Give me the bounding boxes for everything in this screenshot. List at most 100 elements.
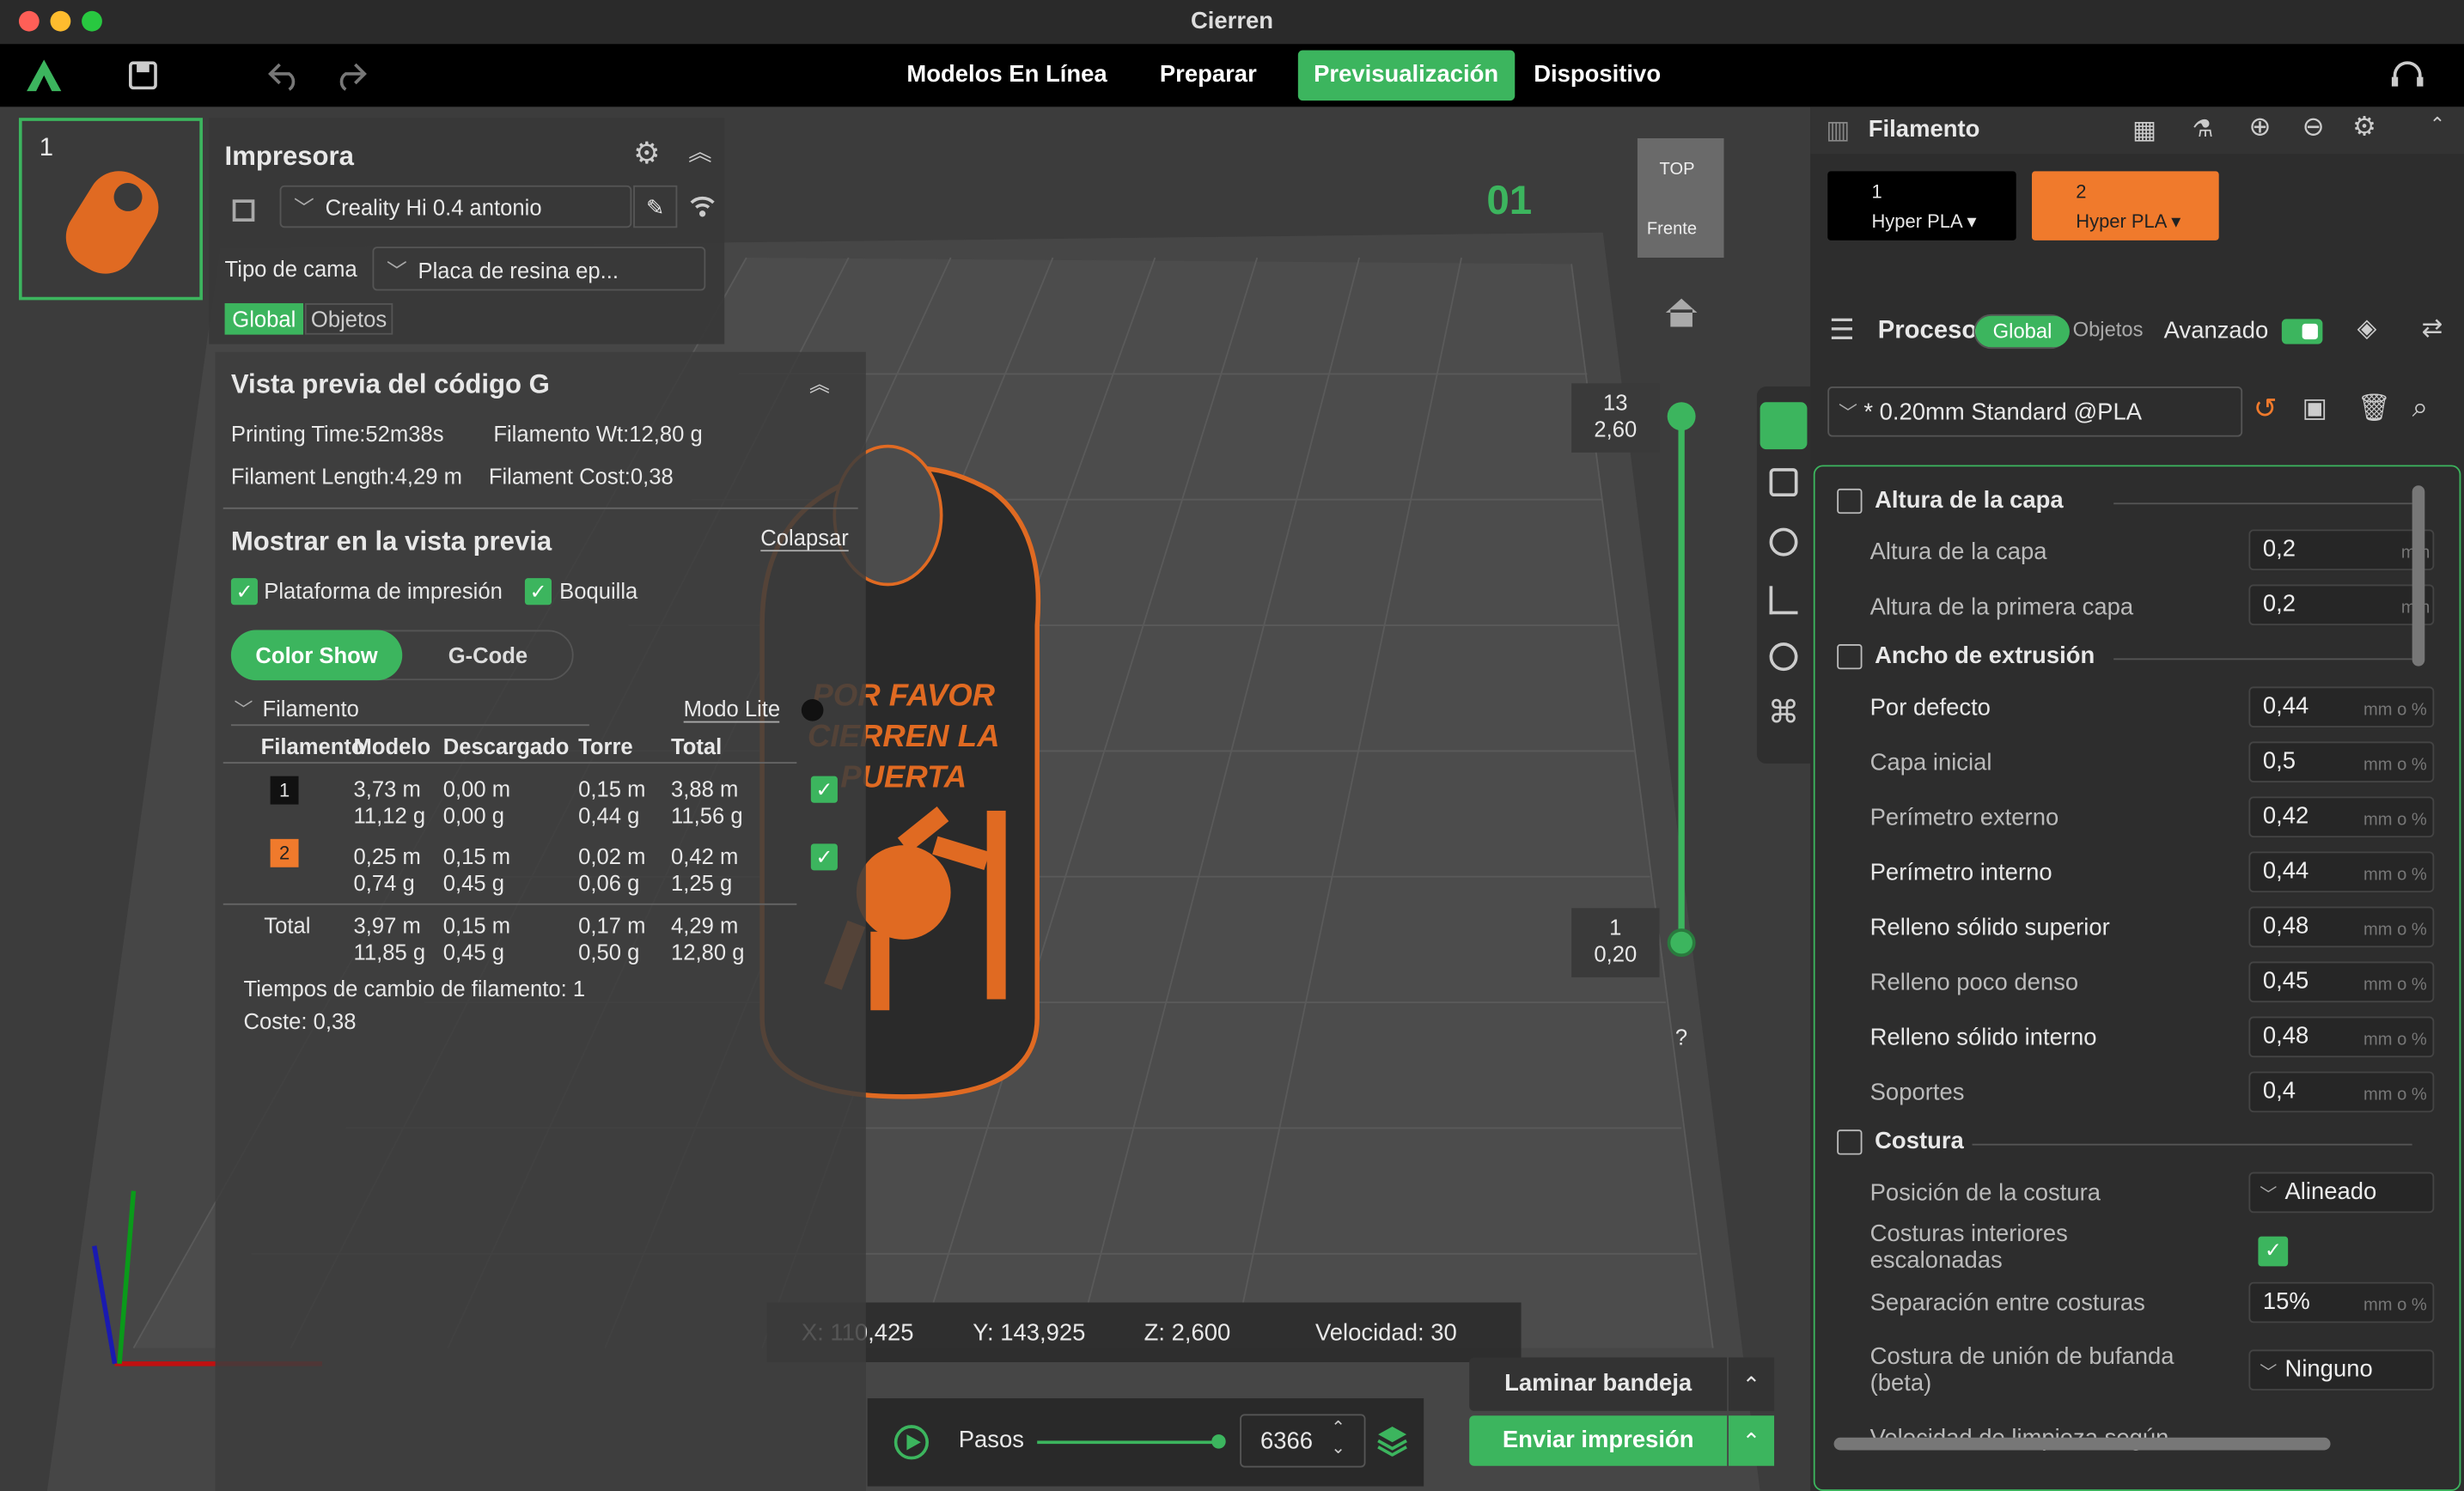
unit-mm-or-pct: mm o % [2363, 700, 2427, 720]
steps-slider[interactable] [1037, 1440, 1223, 1445]
layer-slider-top-handle[interactable] [1667, 402, 1696, 431]
help-icon[interactable]: ? [1675, 1025, 1687, 1050]
width-solid-input[interactable]: 0,48 mm o % [2248, 1016, 2435, 1058]
filament-2-visible-checkbox[interactable]: ✓ [810, 843, 838, 871]
tab-online-models[interactable]: Modelos En Línea [891, 51, 1123, 101]
layers-icon[interactable] [1376, 1425, 1408, 1457]
first-layer-height-input[interactable]: 0,2mm [2248, 584, 2435, 626]
wifi-icon[interactable] [688, 193, 717, 218]
seam-gap-input[interactable]: 15% mm o % [2248, 1281, 2435, 1324]
horizontal-scrollbar[interactable] [1833, 1437, 2331, 1451]
width-default-input[interactable]: 0,44 mm o % [2248, 686, 2435, 727]
gcode-tab[interactable]: G-Code [402, 630, 573, 681]
command-icon[interactable]: ⌘ [1768, 693, 1800, 733]
collapse-gcode-icon[interactable]: ︽ [809, 368, 830, 398]
play-icon[interactable] [894, 1425, 929, 1460]
printer-tab-objects[interactable]: Objetos [304, 303, 393, 335]
process-tab-global[interactable]: Global [1975, 315, 2070, 348]
layer-slider-bottom-handle[interactable] [1667, 928, 1696, 958]
steps-slider-handle[interactable] [1211, 1434, 1226, 1449]
show-plate-checkbox[interactable]: ✓ [230, 578, 258, 606]
color-show-tab[interactable]: Color Show [230, 630, 403, 681]
width-inner-input[interactable]: 0,44 mm o % [2248, 851, 2435, 893]
home-view-icon[interactable] [1662, 295, 1700, 330]
send-print-button[interactable]: Enviar impresión [1469, 1415, 1728, 1466]
undo-icon[interactable] [267, 60, 302, 92]
send-options-chevron-icon[interactable]: ⌃ [1729, 1415, 1775, 1466]
filament-settings-gear-icon[interactable]: ⚙ [2352, 112, 2376, 143]
slice-plate-button[interactable]: Laminar bandeja [1469, 1357, 1728, 1411]
add-filament-icon[interactable]: ⊕ [2248, 112, 2271, 143]
layer-height-input[interactable]: 0,2mm [2248, 529, 2435, 571]
speed-gauge-icon[interactable] [1769, 527, 1798, 557]
remove-filament-icon[interactable]: ⊖ [2302, 112, 2325, 143]
view-cube-top[interactable]: TOP [1660, 161, 1695, 180]
measure-icon[interactable] [1769, 586, 1798, 615]
search-icon[interactable]: ⌕ [2412, 391, 2428, 423]
total-total-m: 4,29 m [671, 912, 739, 939]
compare-presets-icon[interactable]: ◈ [2357, 313, 2377, 344]
show-nozzle-checkbox[interactable]: ✓ [524, 578, 552, 606]
plate-thumbnail[interactable]: 1 [18, 118, 203, 301]
row2-tower-m: 0,02 m [578, 843, 646, 869]
save-icon[interactable] [128, 61, 157, 90]
tab-preview[interactable]: Previsualización [1297, 50, 1515, 101]
process-preset-select[interactable]: ﹀ * 0.20mm Standard @PLA [1827, 386, 2243, 437]
reset-preset-icon[interactable]: ↺ [2254, 393, 2278, 425]
target-icon[interactable] [1769, 642, 1798, 672]
width-top-input[interactable]: 0,48 mm o % [2248, 906, 2435, 948]
printer-tab-global[interactable]: Global [224, 303, 304, 335]
scarf-seam-select[interactable]: ﹀ Ninguno [2248, 1349, 2435, 1391]
layer-slider-track[interactable] [1678, 414, 1685, 943]
show-in-preview-title: Mostrar en la vista previa [230, 526, 552, 557]
width-sparse-input[interactable]: 0,45 mm o % [2248, 961, 2435, 1003]
layers-view-icon[interactable] [1760, 402, 1808, 450]
view-cube-front[interactable]: Frente [1647, 220, 1697, 239]
width-support-input[interactable]: 0,4 mm o % [2248, 1071, 2435, 1113]
nozzle-icon[interactable]: ⚗ [2193, 115, 2214, 143]
scarf-seam-label: Costura de unión de bufanda (beta) [1870, 1343, 2174, 1397]
process-tab-objects[interactable]: Objetos [2073, 318, 2144, 341]
maximize-window-button[interactable] [82, 10, 102, 32]
redo-icon[interactable] [333, 60, 368, 92]
advanced-toggle[interactable] [2281, 319, 2323, 344]
close-window-button[interactable] [18, 10, 40, 32]
filament-1-visible-checkbox[interactable]: ✓ [810, 776, 838, 803]
tab-device[interactable]: Dispositivo [1518, 51, 1676, 101]
app-logo-icon[interactable] [25, 58, 63, 93]
vertical-scrollbar[interactable] [2412, 485, 2425, 666]
collapse-filament-icon[interactable]: ⌃ [2430, 113, 2445, 136]
tab-prepare[interactable]: Preparar [1144, 51, 1272, 101]
delete-preset-icon[interactable]: 🗑 [2357, 393, 2391, 424]
lite-mode-toggle[interactable] [801, 699, 824, 721]
share-icon[interactable]: ⇄ [2422, 313, 2443, 344]
width-initial-input[interactable]: 0,5 mm o % [2248, 741, 2435, 782]
width-support-value: 0,4 [2262, 1077, 2296, 1105]
view-cube[interactable]: TOP Frente [1637, 137, 1724, 259]
filament-filter-select[interactable]: ﹀ Filamento [230, 695, 589, 727]
filament-slot-2[interactable]: 2 Hyper PLA ▾ [2032, 171, 2219, 240]
filament-manager-icon[interactable]: ▦ [2132, 115, 2156, 147]
width-outer-input[interactable]: 0,42 mm o % [2248, 796, 2435, 838]
save-preset-icon[interactable]: ▣ [2302, 393, 2327, 424]
support-headset-icon[interactable] [2388, 58, 2426, 93]
minimize-window-button[interactable] [50, 10, 71, 32]
layer-height-label: Altura de la capa [1869, 539, 2047, 566]
show-plate-label: Plataforma de impresión [264, 578, 503, 604]
seam-position-select[interactable]: ﹀ Alineado [2248, 1172, 2435, 1214]
lite-mode-link[interactable]: Modo Lite [683, 696, 781, 723]
slice-options-chevron-icon[interactable]: ⌃ [1729, 1357, 1775, 1411]
collapse-link[interactable]: Colapsar [760, 525, 849, 552]
edit-printer-pencil-icon[interactable]: ✎ [633, 185, 678, 228]
select-region-icon[interactable] [1769, 468, 1798, 497]
printer-settings-gear-icon[interactable]: ⚙ [633, 137, 660, 173]
staggered-seams-checkbox[interactable]: ✓ [2258, 1236, 2289, 1267]
steps-input[interactable]: 6366 ⌃ ⌄ [1240, 1414, 1366, 1468]
steps-stepper-icon[interactable]: ⌃ ⌄ [1331, 1417, 1345, 1458]
row2-tower-g: 0,06 g [578, 870, 640, 896]
bed-type-select[interactable]: ﹀ Placa de resina ep... [372, 246, 706, 291]
filament-slot-1[interactable]: 1 Hyper PLA ▾ [1827, 171, 2016, 240]
col-tower: Torre [578, 733, 633, 759]
collapse-printer-icon[interactable]: ︽ [688, 135, 711, 167]
printer-select[interactable]: ﹀ Creality Hi 0.4 antonio [279, 185, 632, 228]
